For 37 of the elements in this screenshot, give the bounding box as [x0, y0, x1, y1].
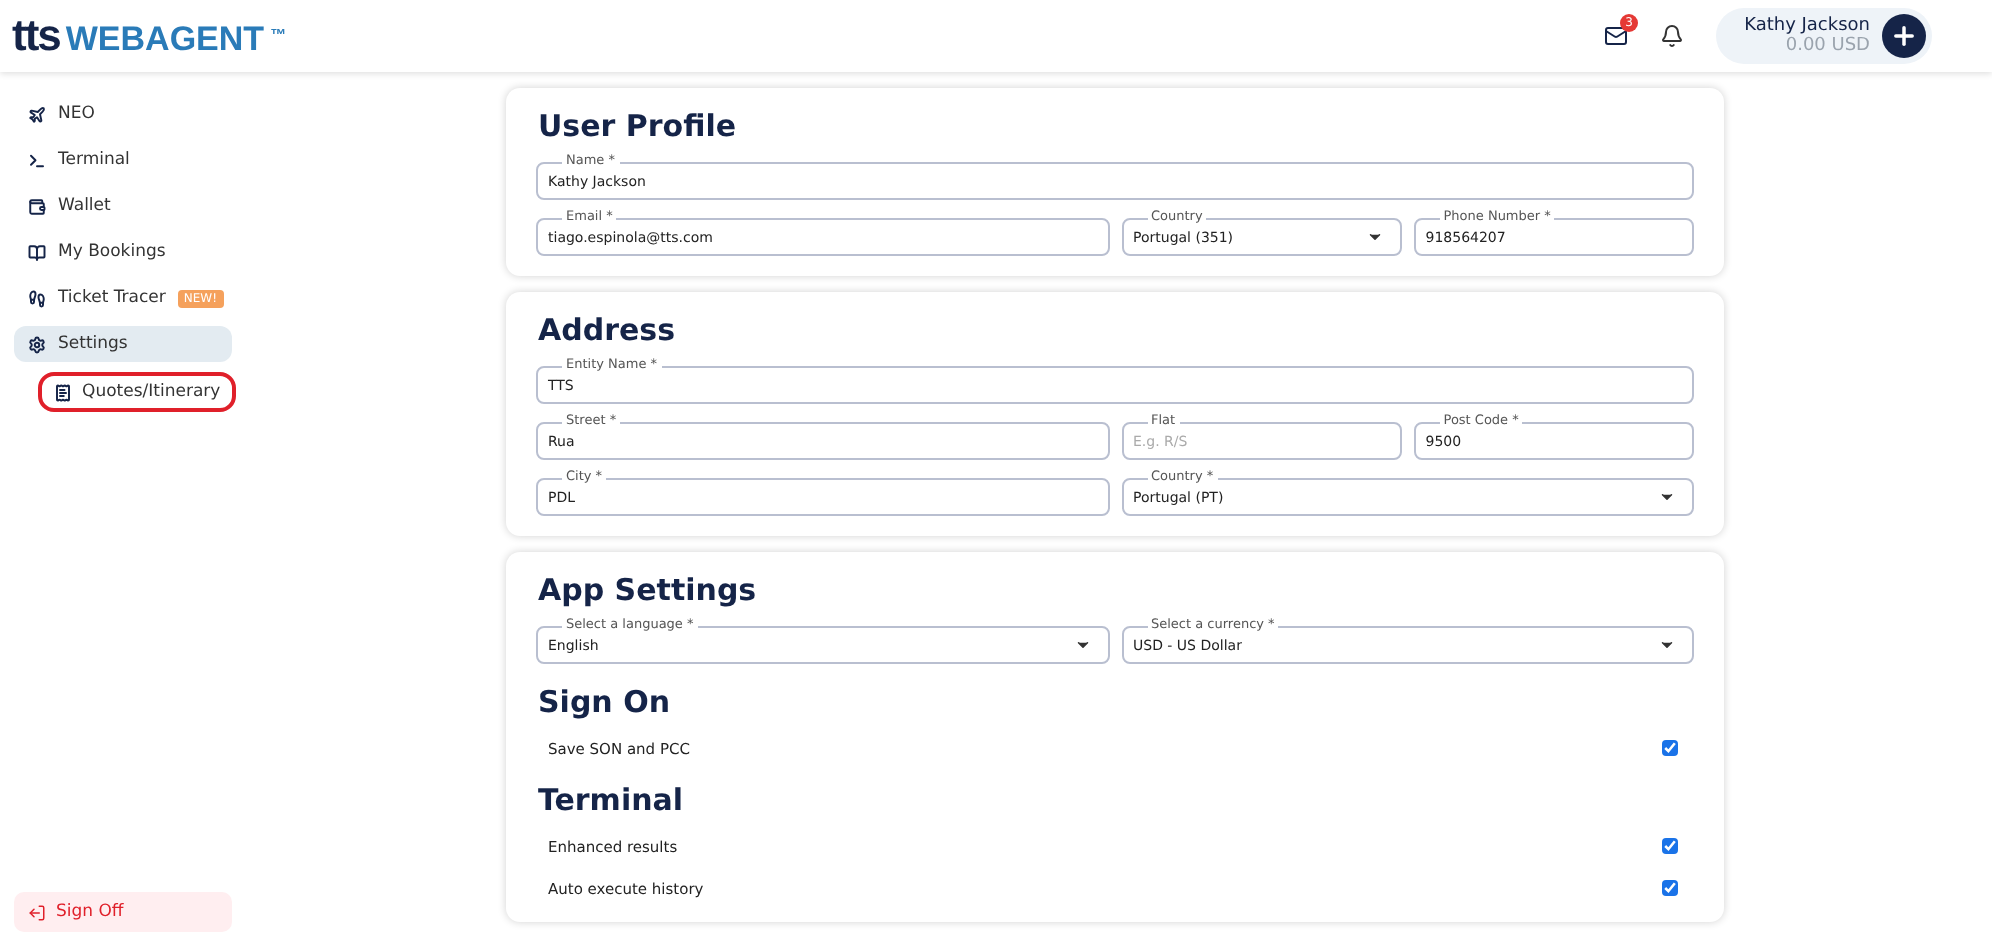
sidebar-item[interactable]: Terminal	[14, 142, 232, 178]
user-name: Kathy Jackson	[1744, 16, 1870, 36]
add-button[interactable]	[1882, 14, 1926, 58]
logo-text: WEBAGENT	[65, 20, 265, 60]
terminal-prompt-icon	[28, 151, 46, 169]
sidebar-item[interactable]: NEO	[14, 96, 232, 132]
dropdown-caret-icon	[1658, 488, 1676, 506]
dropdown-caret-icon	[1658, 636, 1676, 654]
user-pill[interactable]: Kathy Jackson 0.00 USD	[1716, 8, 1932, 64]
plane-icon	[28, 105, 46, 123]
plus-icon	[1890, 22, 1918, 50]
sidebar-subitem[interactable]: Quotes/Itinerary	[38, 372, 237, 412]
sidebar-item[interactable]: Settings	[14, 326, 232, 362]
receipt-icon	[54, 383, 72, 401]
dropdown-caret-icon	[1365, 228, 1384, 246]
mail-icon[interactable]	[1604, 24, 1629, 48]
sign-off-button[interactable]: Sign Off	[14, 892, 232, 932]
section-title: App Settings	[538, 574, 759, 608]
section-title: User Profile	[538, 110, 739, 144]
section-title: Terminal	[538, 784, 686, 818]
dropdown-caret-icon	[1073, 636, 1091, 654]
user-balance: 0.00 USD	[1785, 36, 1870, 56]
checkbox[interactable]	[1662, 838, 1678, 854]
sidebar-item[interactable]: My Bookings	[14, 234, 232, 270]
checkbox[interactable]	[1662, 740, 1678, 756]
settings-icon	[28, 335, 46, 353]
sidebar-item[interactable]: Wallet	[14, 188, 232, 224]
logo-prefix: tts	[12, 10, 60, 62]
book-icon	[28, 243, 46, 261]
sign-out-icon	[28, 903, 46, 921]
wallet-icon	[28, 197, 46, 215]
section-title: Sign On	[538, 686, 673, 720]
checkbox[interactable]	[1662, 880, 1678, 896]
section-title: Address	[538, 314, 678, 348]
bell-icon[interactable]	[1660, 24, 1685, 48]
footprints-icon	[28, 289, 46, 307]
trademark: ™	[270, 26, 287, 44]
